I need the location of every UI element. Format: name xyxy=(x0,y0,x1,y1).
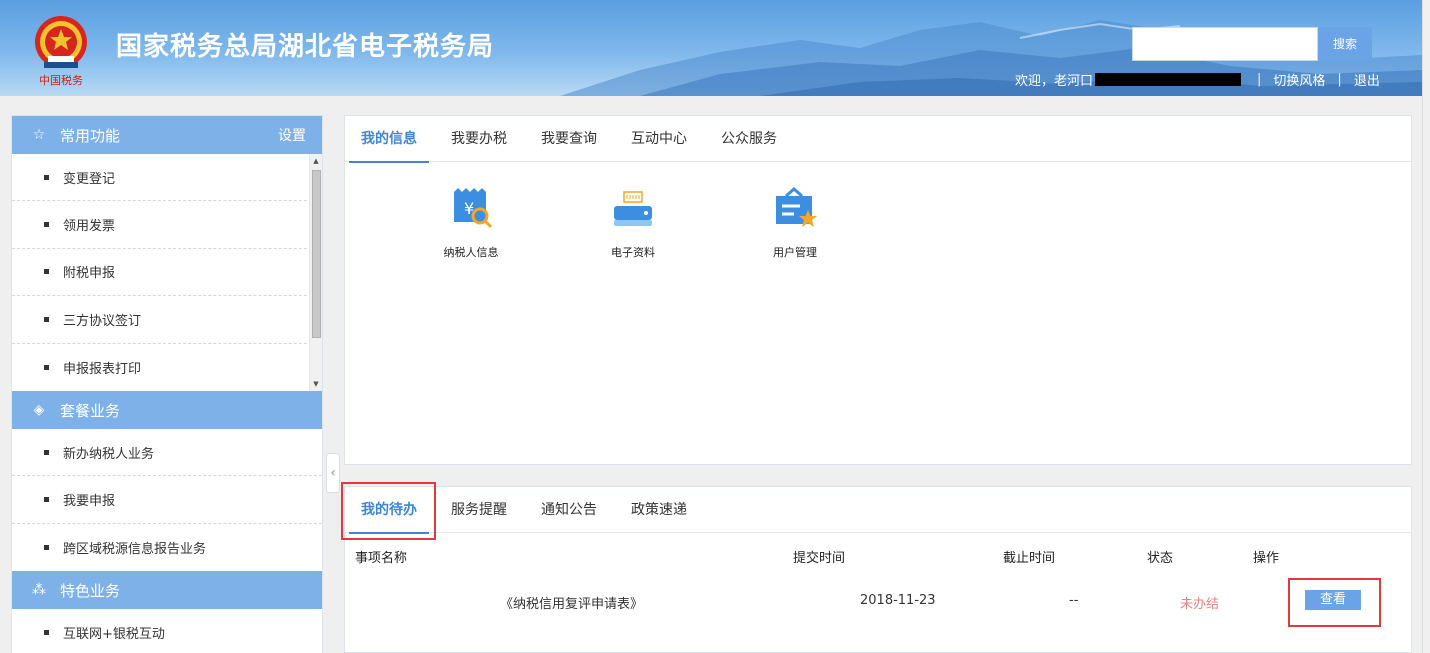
scroll-thumb[interactable] xyxy=(312,170,321,338)
section-title: 套餐业务 xyxy=(60,401,121,420)
top-tab-bar: 我的信息 我要办税 我要查询 互动中心 公众服务 xyxy=(345,116,1411,163)
column-header: 提交时间 xyxy=(793,551,846,566)
tab-query[interactable]: 我要查询 xyxy=(529,116,609,162)
sidebar: ☆ 常用功能 设置 变更登记 领用发票 附税申报 三方协议签订 申报报表打印 ▲… xyxy=(11,115,323,653)
tab-public-service[interactable]: 公众服务 xyxy=(709,116,789,162)
column-header: 状态 xyxy=(1147,551,1174,566)
todo-deadline: -- xyxy=(1069,593,1079,608)
sidebar-item[interactable]: 变更登记 xyxy=(12,154,322,202)
sidebar-scrollbar[interactable]: ▲ ▼ xyxy=(309,154,322,391)
scroll-up-icon[interactable]: ▲ xyxy=(310,154,322,168)
section-title: 特色业务 xyxy=(60,581,121,600)
user-bar: 欢迎，老河口 | 切换风格 | 退出 xyxy=(1015,70,1380,89)
section-common-functions: ☆ 常用功能 设置 xyxy=(12,116,322,154)
e-documents-icon xyxy=(614,191,652,226)
logout-link[interactable]: 退出 xyxy=(1354,70,1380,89)
tab-tax-handling[interactable]: 我要办税 xyxy=(439,116,519,162)
highlight-box-todo-tab xyxy=(341,482,436,540)
sidebar-item[interactable]: 三方协议签订 xyxy=(12,296,322,344)
sidebar-item[interactable]: 我要申报 xyxy=(12,476,322,524)
sidebar-item[interactable]: 新办纳税人业务 xyxy=(12,429,322,477)
scroll-down-icon[interactable]: ▼ xyxy=(310,377,322,391)
status-badge: 未办结 xyxy=(1180,597,1220,612)
tile-label: 电子资料 xyxy=(611,246,655,259)
collapse-sidebar-button[interactable]: ‹ xyxy=(326,453,340,493)
section-special-business: ⁂ 特色业务 xyxy=(12,571,322,610)
page-scrollbar[interactable] xyxy=(1422,0,1430,653)
national-emblem-logo: 中国税务 xyxy=(28,12,94,88)
layers-icon: ◈ xyxy=(33,402,45,418)
bottom-tab-bar: 我的待办 服务提醒 通知公告 政策速递 xyxy=(345,487,1411,534)
todo-panel: 我的待办 服务提醒 通知公告 政策速递 事项名称 提交时间 截止时间 状态 操作… xyxy=(344,486,1412,653)
search-button[interactable]: 搜索 xyxy=(1318,27,1372,61)
section-package-business: ◈ 套餐业务 xyxy=(12,391,322,429)
e-documents-tile[interactable]: 电子资料 xyxy=(583,186,683,260)
todo-item-name: 《纳税信用复评申请表》 xyxy=(500,597,644,612)
site-header: 中国税务 国家税务总局湖北省电子税务局 搜索 欢迎，老河口 | 切换风格 | 退… xyxy=(0,0,1422,96)
user-management-tile[interactable]: 用户管理 xyxy=(745,186,845,260)
column-header: 事项名称 xyxy=(355,551,408,566)
sidebar-item[interactable]: 互联网+银税互动 xyxy=(12,609,322,653)
signature-text: 中国税务 xyxy=(39,73,83,87)
star-icon: ☆ xyxy=(32,127,46,143)
tab-notices[interactable]: 通知公告 xyxy=(529,487,609,533)
tab-service-reminder[interactable]: 服务提醒 xyxy=(439,487,519,533)
switch-style-link[interactable]: 切换风格 xyxy=(1273,70,1325,89)
sidebar-item[interactable]: 申报报表打印 xyxy=(12,343,322,391)
tab-my-info[interactable]: 我的信息 xyxy=(349,116,429,163)
column-header: 操作 xyxy=(1253,551,1280,566)
column-header: 截止时间 xyxy=(1003,551,1056,566)
settings-link[interactable]: 设置 xyxy=(278,125,306,145)
site-title: 国家税务总局湖北省电子税务局 xyxy=(116,32,495,62)
sidebar-item[interactable]: 附税申报 xyxy=(12,248,322,297)
grid-icon: ⁂ xyxy=(32,582,46,599)
sidebar-item[interactable]: 领用发票 xyxy=(12,201,322,249)
search-input[interactable] xyxy=(1132,27,1318,61)
welcome-text: 欢迎，老河口 xyxy=(1015,74,1094,89)
tab-policy-updates[interactable]: 政策速递 xyxy=(619,487,699,533)
my-info-panel: 我的信息 我要办税 我要查询 互动中心 公众服务 ¥ 纳税人信息 电子资料 用户… xyxy=(344,115,1412,465)
redacted-name xyxy=(1095,73,1242,86)
taxpayer-info-icon: ¥ xyxy=(454,188,493,229)
section-title: 常用功能 xyxy=(60,126,121,145)
tile-label: 用户管理 xyxy=(773,246,817,259)
highlight-box-view-button xyxy=(1288,578,1381,627)
common-functions-list: 变更登记 领用发票 附税申报 三方协议签订 申报报表打印 ▲ ▼ xyxy=(12,154,322,391)
tile-label: 纳税人信息 xyxy=(443,246,499,259)
sidebar-item[interactable]: 跨区域税源信息报告业务 xyxy=(12,523,322,572)
tab-interaction-center[interactable]: 互动中心 xyxy=(619,116,699,162)
todo-submit-time: 2018-11-23 xyxy=(860,593,936,608)
taxpayer-info-tile[interactable]: ¥ 纳税人信息 xyxy=(421,186,521,260)
user-management-icon xyxy=(776,187,817,227)
